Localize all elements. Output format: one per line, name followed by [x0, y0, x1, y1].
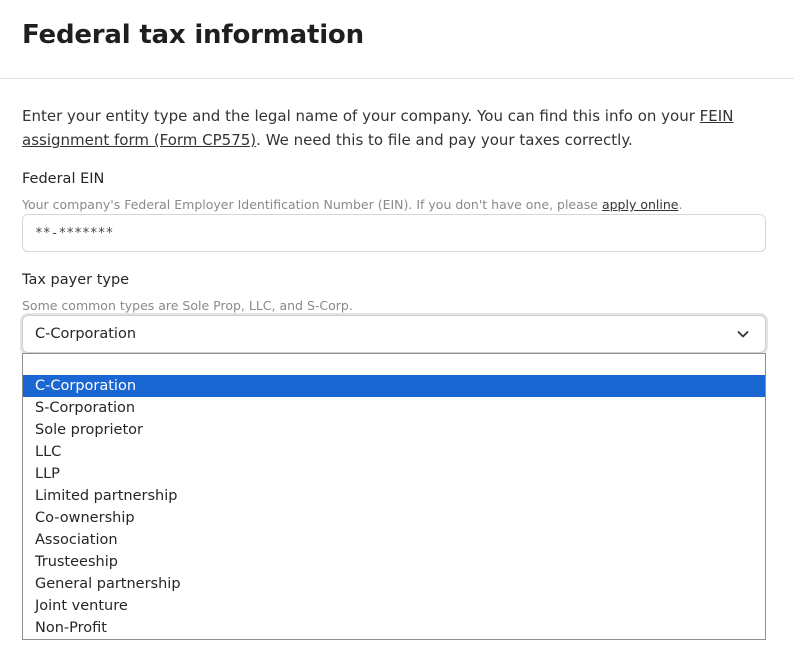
apply-online-link[interactable]: apply online: [602, 197, 679, 212]
option-non-profit[interactable]: Non-Profit: [23, 617, 765, 639]
chevron-down-icon[interactable]: [735, 326, 751, 342]
taxpayer-type-options-list: C-Corporation S-Corporation Sole proprieto…: [22, 353, 766, 640]
taxpayer-type-label: Tax payer type: [22, 272, 130, 288]
taxpayer-type-selected-value: C-Corporation: [35, 326, 137, 342]
option-llc[interactable]: LLC: [23, 441, 765, 463]
options-container: C-Corporation S-Corporation Sole proprieto…: [23, 375, 765, 639]
intro-text-after: . We need this to file and pay your taxe…: [256, 131, 633, 149]
ein-help-text: Your company's Federal Employer Identifi…: [22, 197, 602, 212]
page-title: Federal tax information: [22, 20, 364, 50]
option-s-corporation[interactable]: S-Corporation: [23, 397, 765, 419]
option-general-partnership[interactable]: General partnership: [23, 573, 765, 595]
option-limited-partnership[interactable]: Limited partnership: [23, 485, 765, 507]
option-trusteeship[interactable]: Trusteeship: [23, 551, 765, 573]
intro-text-before: Enter your entity type and the legal nam…: [22, 107, 700, 125]
ein-help: Your company's Federal Employer Identifi…: [22, 197, 682, 212]
ein-help-end: .: [678, 197, 683, 212]
page-header: Federal tax information: [0, 0, 794, 79]
option-sole-proprietor[interactable]: Sole proprietor: [23, 419, 765, 441]
option-association[interactable]: Association: [23, 529, 765, 551]
options-blank-spacer: [23, 354, 765, 375]
option-llp[interactable]: LLP: [23, 463, 765, 485]
ein-input[interactable]: [22, 214, 766, 252]
option-joint-venture[interactable]: Joint venture: [23, 595, 765, 617]
taxpayer-type-select[interactable]: C-Corporation: [22, 315, 766, 353]
ein-label: Federal EIN: [22, 171, 105, 187]
taxpayer-type-help: Some common types are Sole Prop, LLC, an…: [22, 298, 353, 313]
option-co-ownership[interactable]: Co-ownership: [23, 507, 765, 529]
option-c-corporation[interactable]: C-Corporation: [23, 375, 765, 397]
intro-text: Enter your entity type and the legal nam…: [22, 104, 742, 152]
